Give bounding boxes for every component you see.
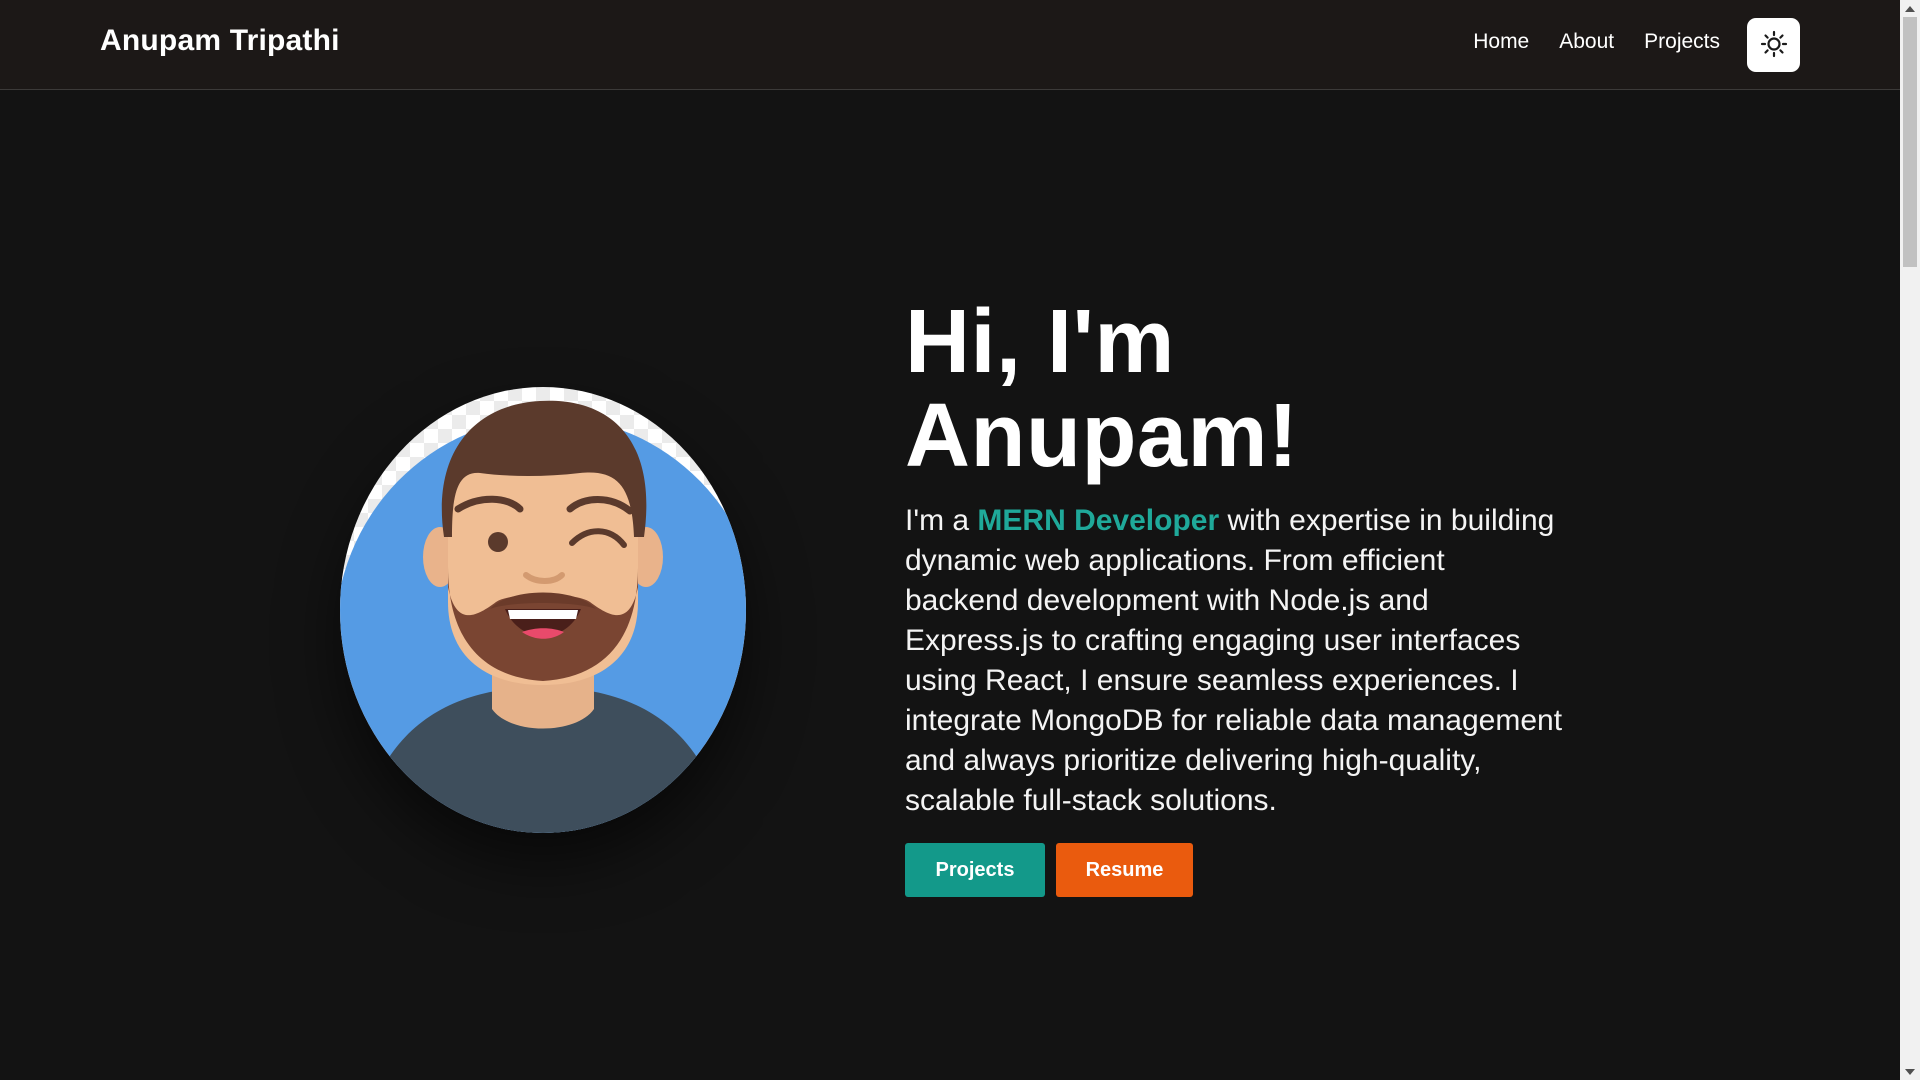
hero-section: Hi, I'm Anupam! I'm a MERN Developer wit… (905, 295, 1565, 897)
hero-description: I'm a MERN Developer with expertise in b… (905, 501, 1565, 821)
navbar: Anupam Tripathi Home About Projects (0, 0, 1900, 90)
projects-button[interactable]: Projects (905, 843, 1045, 897)
hero-title: Hi, I'm Anupam! (905, 295, 1565, 483)
nav-links: Home About Projects (1473, 30, 1720, 54)
sun-icon (1760, 30, 1788, 61)
nav-about-link[interactable]: About (1559, 30, 1614, 54)
scrollbar-thumb[interactable] (1903, 17, 1917, 267)
hero-actions: Projects Resume (905, 843, 1565, 897)
hero-desc-prefix: I'm a (905, 504, 978, 537)
hero-desc-body: with expertise in building dynamic web a… (905, 504, 1563, 817)
hero-desc-role: MERN Developer (977, 504, 1220, 537)
nav-home-link[interactable]: Home (1473, 30, 1529, 54)
avatar-illustration (340, 387, 746, 833)
theme-toggle-button[interactable] (1747, 18, 1800, 72)
resume-button[interactable]: Resume (1056, 843, 1193, 897)
hero-title-line2: Anupam! (905, 386, 1299, 486)
scroll-down-arrow-icon[interactable] (1900, 1063, 1920, 1080)
brand-logo-link[interactable]: Anupam Tripathi (100, 24, 340, 58)
vertical-scrollbar[interactable] (1900, 0, 1920, 1080)
page: Anupam Tripathi Home About Projects Hi, … (0, 0, 1920, 1080)
hero-title-line1: Hi, I'm (905, 292, 1175, 392)
scroll-up-arrow-icon[interactable] (1900, 0, 1920, 17)
nav-projects-link[interactable]: Projects (1644, 30, 1720, 54)
